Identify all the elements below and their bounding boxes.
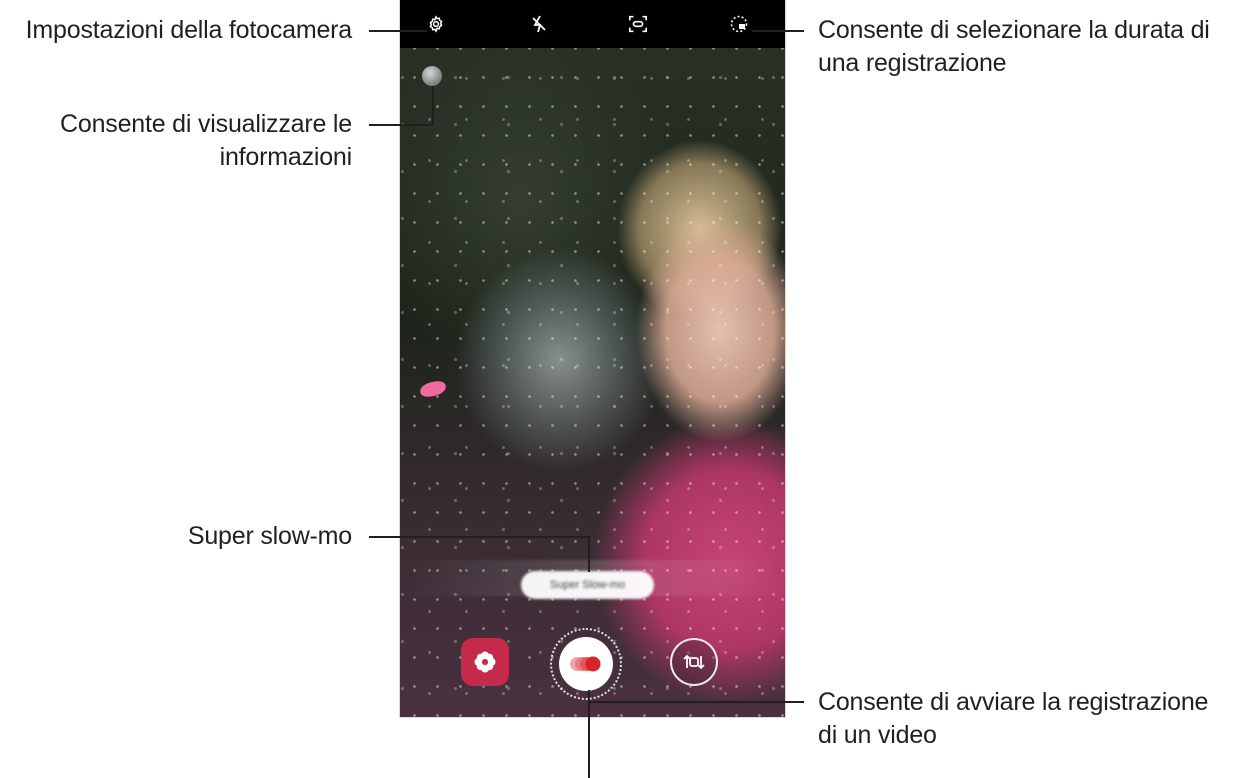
annotated-figure: Super Slow-mo Impostazioni della fotocam… bbox=[0, 0, 1233, 778]
motion-detection-icon[interactable] bbox=[628, 14, 648, 34]
leader-view-info-v bbox=[432, 86, 434, 126]
leader-start-record-v bbox=[588, 690, 590, 778]
leader-view-info-h bbox=[369, 124, 433, 126]
callout-camera-settings-text: Impostazioni della fotocamera bbox=[25, 16, 353, 44]
callout-start-record-line1: Consente di avviare la registrazione bbox=[818, 688, 1209, 716]
callout-super-slowmo: Super slow-mo bbox=[0, 520, 352, 553]
camera-top-bar bbox=[400, 0, 785, 48]
callout-duration-line2: una registrazione bbox=[818, 49, 1007, 77]
callout-view-info-line1: Consente di visualizzare le bbox=[60, 110, 352, 138]
leader-camera-settings bbox=[369, 30, 427, 32]
duration-icon[interactable] bbox=[729, 14, 749, 34]
leader-duration bbox=[752, 30, 804, 32]
callout-view-info-line2: informazioni bbox=[219, 143, 353, 171]
callout-super-slowmo-text: Super slow-mo bbox=[187, 522, 352, 550]
super-slowmo-record-button[interactable] bbox=[559, 637, 613, 691]
super-slowmo-mode-pill[interactable]: Super Slow-mo bbox=[521, 571, 654, 599]
effects-button[interactable] bbox=[461, 638, 509, 686]
callout-camera-settings: Impostazioni della fotocamera bbox=[0, 14, 353, 47]
switch-camera-button[interactable] bbox=[670, 638, 718, 686]
super-slowmo-record-icon bbox=[570, 656, 601, 672]
callout-view-info: Consente di visualizzare le informazioni bbox=[0, 108, 352, 174]
gear-icon[interactable] bbox=[426, 14, 446, 34]
leader-start-record-h bbox=[588, 701, 804, 703]
flash-off-icon[interactable] bbox=[529, 14, 549, 34]
leader-super-slowmo-v bbox=[588, 536, 590, 572]
callout-duration-line1: Consente di selezionare la durata di bbox=[818, 16, 1210, 44]
leader-super-slowmo-h bbox=[369, 536, 589, 538]
callout-duration: Consente di selezionare la durata di una… bbox=[818, 14, 1233, 80]
flower-icon bbox=[474, 651, 496, 673]
callout-start-record: Consente di avviare la registrazione di … bbox=[818, 686, 1233, 752]
info-icon[interactable] bbox=[422, 66, 442, 86]
camera-screen: Super Slow-mo bbox=[399, 0, 786, 718]
callout-start-record-line2: di un video bbox=[818, 721, 937, 749]
switch-camera-icon bbox=[683, 654, 705, 670]
